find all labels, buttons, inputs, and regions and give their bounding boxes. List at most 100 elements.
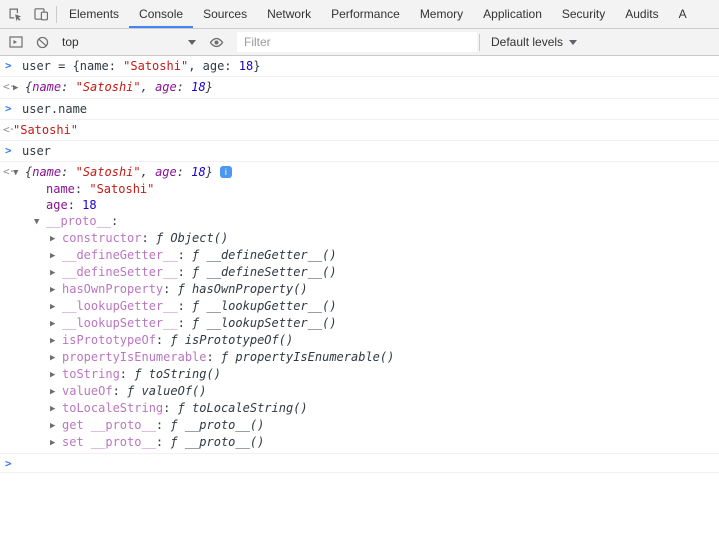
console-prompt-entry: > (0, 454, 719, 473)
token-plain: : (156, 418, 170, 432)
token-func: ƒ Object() (156, 231, 228, 245)
token-string: "Satoshi" (13, 123, 78, 137)
chevron-down-icon (188, 40, 196, 45)
chevron-down-icon (569, 40, 577, 45)
info-icon: i (220, 166, 232, 178)
token-dimname: propertyIsEnumerable (62, 350, 207, 364)
tab-network[interactable]: Network (257, 0, 321, 28)
tab-elements[interactable]: Elements (59, 0, 129, 28)
token-dimname: set __proto__ (62, 435, 156, 449)
token-number: 18 (191, 165, 205, 179)
token-name: name (32, 165, 61, 179)
token-plain: : (75, 182, 89, 196)
console-row: ▼{name: "Satoshi", age: 18}i (0, 164, 719, 181)
expand-caret-icon[interactable]: ▶ (50, 282, 62, 298)
collapse-caret-icon[interactable]: ▼ (34, 214, 46, 230)
inspect-element-button[interactable] (2, 2, 28, 26)
live-expression-button[interactable] (203, 30, 229, 54)
console-row: ▶__lookupSetter__: ƒ __lookupSetter__() (0, 315, 719, 332)
token-plain: : (163, 282, 177, 296)
tab-performance[interactable]: Performance (321, 0, 410, 28)
token-plain: : (113, 384, 127, 398)
tab-a[interactable]: A (669, 0, 697, 28)
token-plain: : (61, 80, 75, 94)
token-dimname: isPrototypeOf (62, 333, 156, 347)
token-name: name (46, 182, 75, 196)
token-func: ƒ __proto__() (170, 435, 264, 449)
expand-caret-icon[interactable]: ▶ (50, 333, 62, 349)
result-marker-icon: <· (3, 79, 14, 95)
token-plain: , (141, 80, 155, 94)
expand-caret-icon[interactable]: ▶ (50, 367, 62, 383)
token-string: "Satoshi" (76, 80, 141, 94)
result-marker-icon: <· (3, 122, 14, 138)
tab-memory[interactable]: Memory (410, 0, 473, 28)
token-func: ƒ valueOf() (127, 384, 206, 398)
console-row: ▶__defineGetter__: ƒ __defineGetter__() (0, 247, 719, 264)
token-dimname: hasOwnProperty (62, 282, 163, 296)
console-result-entry: <·▼{name: "Satoshi", age: 18}iname: "Sat… (0, 162, 719, 454)
token-plain: : (178, 299, 192, 313)
token-func: ƒ propertyIsEnumerable() (221, 350, 394, 364)
device-toolbar-button[interactable] (28, 2, 54, 26)
execution-context-selector[interactable]: top (55, 31, 203, 53)
console-row: ▶valueOf: ƒ valueOf() (0, 383, 719, 400)
expand-caret-icon[interactable]: ▶ (50, 401, 62, 417)
console-row: ▶toLocaleString: ƒ toLocaleString() (0, 400, 719, 417)
prompt-marker-icon: > (5, 456, 11, 472)
prompt-marker-icon: > (5, 58, 11, 74)
console-input-entry: >user = {name: "Satoshi", age: 18} (0, 56, 719, 77)
tab-application[interactable]: Application (473, 0, 552, 28)
token-string: "Satoshi" (89, 182, 154, 196)
token-dimname: __proto__ (46, 214, 111, 228)
console-row: ▶set __proto__: ƒ __proto__() (0, 434, 719, 451)
expand-caret-icon[interactable]: ▶ (50, 265, 62, 281)
expand-caret-icon[interactable]: ▶ (50, 248, 62, 264)
console-row: "Satoshi" (0, 122, 719, 138)
tab-console[interactable]: Console (129, 0, 193, 28)
token-plain: : (68, 198, 82, 212)
token-func: ƒ __lookupSetter__() (192, 316, 337, 330)
expand-caret-icon[interactable]: ▶ (50, 350, 62, 366)
console-row: age: 18 (0, 197, 719, 213)
token-plain: : (178, 316, 192, 330)
log-level-label: Default levels (491, 35, 563, 49)
expand-caret-icon[interactable]: ▶ (50, 231, 62, 247)
token-func: ƒ toString() (134, 367, 221, 381)
tab-security[interactable]: Security (552, 0, 615, 28)
clear-console-button[interactable] (29, 30, 55, 54)
console-row: ▶{name: "Satoshi", age: 18} (0, 79, 719, 96)
log-level-selector[interactable]: Default levels (482, 35, 586, 49)
token-plain: : (177, 165, 191, 179)
token-string: "Satoshi" (123, 59, 188, 73)
inspect-icon (7, 6, 23, 22)
token-number: 18 (239, 59, 253, 73)
token-plain: , (141, 165, 155, 179)
console-row: ▶__defineSetter__: ƒ __defineSetter__() (0, 264, 719, 281)
token-plain: : (111, 214, 118, 228)
expand-caret-icon[interactable]: ▶ (50, 418, 62, 434)
token-plain: : (163, 401, 177, 415)
expand-caret-icon[interactable]: ▶ (50, 316, 62, 332)
expand-caret-icon[interactable]: ▶ (50, 299, 62, 315)
console-row: user (0, 143, 719, 159)
token-plain: : (207, 350, 221, 364)
collapse-caret-icon[interactable]: ▼ (13, 165, 25, 181)
eye-icon (208, 34, 225, 51)
tab-sources[interactable]: Sources (193, 0, 257, 28)
console-sidebar-toggle-button[interactable] (3, 30, 29, 54)
token-number: 18 (191, 80, 205, 94)
filter-input[interactable] (237, 32, 477, 52)
expand-caret-icon[interactable]: ▶ (13, 80, 25, 96)
token-plain: : (141, 231, 155, 245)
console-row: ▶__lookupGetter__: ƒ __lookupGetter__() (0, 298, 719, 315)
expand-caret-icon[interactable]: ▶ (50, 435, 62, 451)
token-func: ƒ __proto__() (170, 418, 264, 432)
console-row: ▶propertyIsEnumerable: ƒ propertyIsEnume… (0, 349, 719, 366)
token-func: ƒ __lookupGetter__() (192, 299, 337, 313)
expand-caret-icon[interactable]: ▶ (50, 384, 62, 400)
token-dimname: constructor (62, 231, 141, 245)
token-number: 18 (82, 198, 96, 212)
tab-audits[interactable]: Audits (615, 0, 668, 28)
token-plain: user = {name: (22, 59, 123, 73)
